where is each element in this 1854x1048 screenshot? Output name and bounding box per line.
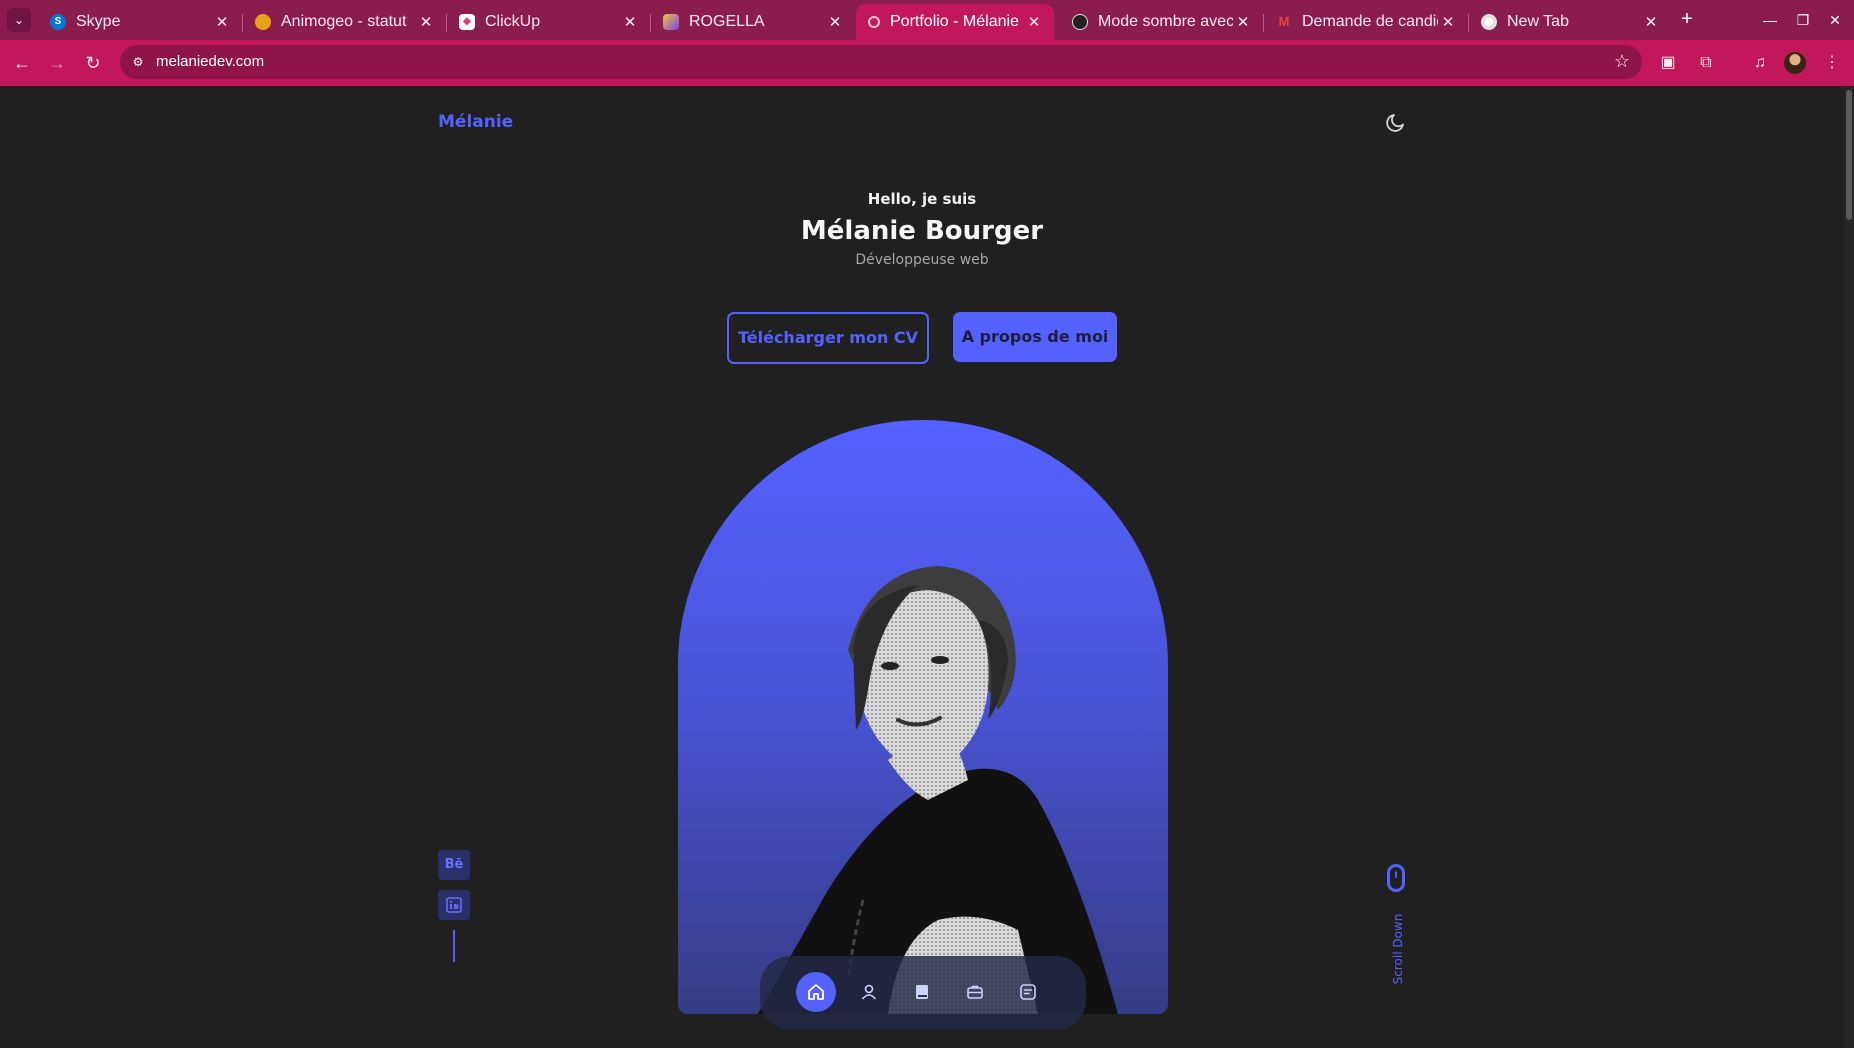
user-icon xyxy=(861,984,877,1000)
address-bar[interactable]: ⚙ melaniedev.com ☆ xyxy=(120,45,1642,79)
new-tab-button[interactable]: + xyxy=(1675,8,1699,32)
tab-gmail[interactable]: M Demande de candid ✕ xyxy=(1264,4,1469,40)
tab-skype[interactable]: S Skype ✕ xyxy=(38,4,243,40)
close-icon[interactable]: ✕ xyxy=(1641,13,1661,31)
nav-contact[interactable] xyxy=(1008,972,1048,1012)
extensions-puzzle-icon[interactable]: ⧉ xyxy=(1694,51,1718,75)
book-icon xyxy=(916,985,928,999)
skype-icon: S xyxy=(50,14,66,30)
social-links: Bē xyxy=(438,850,470,962)
close-icon[interactable]: ✕ xyxy=(212,13,232,31)
hero-portrait-frame xyxy=(678,420,1168,1014)
bottom-navigation xyxy=(760,956,1086,1030)
nav-skills[interactable] xyxy=(902,972,942,1012)
linkedin-icon[interactable] xyxy=(438,890,470,920)
tab-rogella[interactable]: ROGELLA ✕ xyxy=(651,4,855,40)
download-cv-button[interactable]: Télécharger mon CV xyxy=(727,312,929,364)
tab-title: Animogeo - statut xyxy=(281,13,407,30)
scroll-down-indicator[interactable]: Scroll Down xyxy=(1384,864,1408,988)
tab-title: Skype xyxy=(76,13,121,30)
about-me-button[interactable]: A propos de moi xyxy=(953,312,1117,362)
close-icon[interactable]: ✕ xyxy=(416,13,436,31)
tab-strip: ⌄ S Skype ✕ Animogeo - statut ✕ ◆ ClickU… xyxy=(0,0,1854,40)
close-icon[interactable]: ✕ xyxy=(620,13,640,31)
scrollbar-thumb[interactable] xyxy=(1846,90,1852,220)
scroll-down-label: Scroll Down xyxy=(1391,913,1405,985)
reload-icon[interactable]: ↻ xyxy=(80,50,106,76)
hero-greeting: Hello, je suis xyxy=(867,190,977,208)
tab-clickup[interactable]: ◆ ClickUp ✕ xyxy=(447,4,651,40)
tab-mode-sombre[interactable]: Mode sombre avec ✕ xyxy=(1060,4,1264,40)
nav-about[interactable] xyxy=(849,972,889,1012)
clickup-icon: ◆ xyxy=(459,14,475,30)
back-icon[interactable]: ← xyxy=(9,50,35,76)
extension-ci-icon[interactable]: ▣ xyxy=(1656,51,1680,75)
tab-title: New Tab xyxy=(1507,13,1569,30)
portrait-photo xyxy=(758,566,1118,1014)
nav-home[interactable] xyxy=(796,972,836,1012)
hero-name: Mélanie Bourger xyxy=(800,216,1044,246)
behance-icon[interactable]: Bē xyxy=(438,850,470,880)
animogeo-icon xyxy=(255,14,271,30)
message-icon xyxy=(1020,984,1036,1000)
tab-title: Mode sombre avec xyxy=(1098,13,1233,30)
tab-animogeo[interactable]: Animogeo - statut ✕ xyxy=(243,4,447,40)
close-window-icon[interactable]: ✕ xyxy=(1823,8,1847,32)
close-icon[interactable]: ✕ xyxy=(1024,13,1044,31)
tab-title: Demande de candid xyxy=(1302,13,1438,30)
tab-new-tab[interactable]: New Tab ✕ xyxy=(1469,4,1671,40)
tab-search-button[interactable]: ⌄ xyxy=(7,8,31,32)
mouse-icon xyxy=(1387,864,1405,892)
minimize-icon[interactable]: — xyxy=(1758,8,1782,32)
menu-dots-icon[interactable]: ⋮ xyxy=(1820,51,1844,75)
openai-icon xyxy=(1072,14,1088,30)
site-settings-icon[interactable]: ⚙ xyxy=(130,54,146,70)
tab-title: ROGELLA xyxy=(689,13,765,30)
home-icon xyxy=(808,984,824,1000)
close-icon[interactable]: ✕ xyxy=(1233,13,1253,31)
close-icon[interactable]: ✕ xyxy=(825,13,845,31)
bookmark-star-icon[interactable]: ☆ xyxy=(1614,51,1630,72)
rogella-icon xyxy=(663,14,679,30)
url-text[interactable]: melaniedev.com xyxy=(156,53,264,70)
forward-icon[interactable]: → xyxy=(44,50,70,76)
moon-icon[interactable] xyxy=(1384,110,1408,134)
tab-title: Portfolio - Mélanie xyxy=(890,13,1019,30)
nav-portfolio[interactable] xyxy=(955,972,995,1012)
tab-title: ClickUp xyxy=(485,13,541,30)
briefcase-icon xyxy=(967,985,983,999)
portfolio-icon xyxy=(868,16,880,28)
gmail-icon: M xyxy=(1278,14,1290,29)
browser-toolbar: ← → ↻ ⚙ melaniedev.com ☆ ▣ ⧉ ♫ ⋮ xyxy=(0,40,1854,86)
close-icon[interactable]: ✕ xyxy=(1438,13,1458,31)
chrome-icon xyxy=(1481,14,1497,30)
media-control-icon[interactable]: ♫ xyxy=(1748,51,1772,75)
site-logo[interactable]: Mélanie xyxy=(438,112,513,132)
tab-portfolio[interactable]: Portfolio - Mélanie ✕ xyxy=(856,4,1054,40)
hero-role: Développeuse web xyxy=(855,252,989,268)
social-divider-line xyxy=(453,930,455,962)
page-scrollbar[interactable] xyxy=(1844,86,1854,1048)
profile-avatar[interactable] xyxy=(1784,52,1806,74)
portfolio-page: Mélanie Hello, je suis Mélanie Bourger D… xyxy=(0,86,1844,1048)
restore-icon[interactable]: ❐ xyxy=(1791,8,1815,32)
